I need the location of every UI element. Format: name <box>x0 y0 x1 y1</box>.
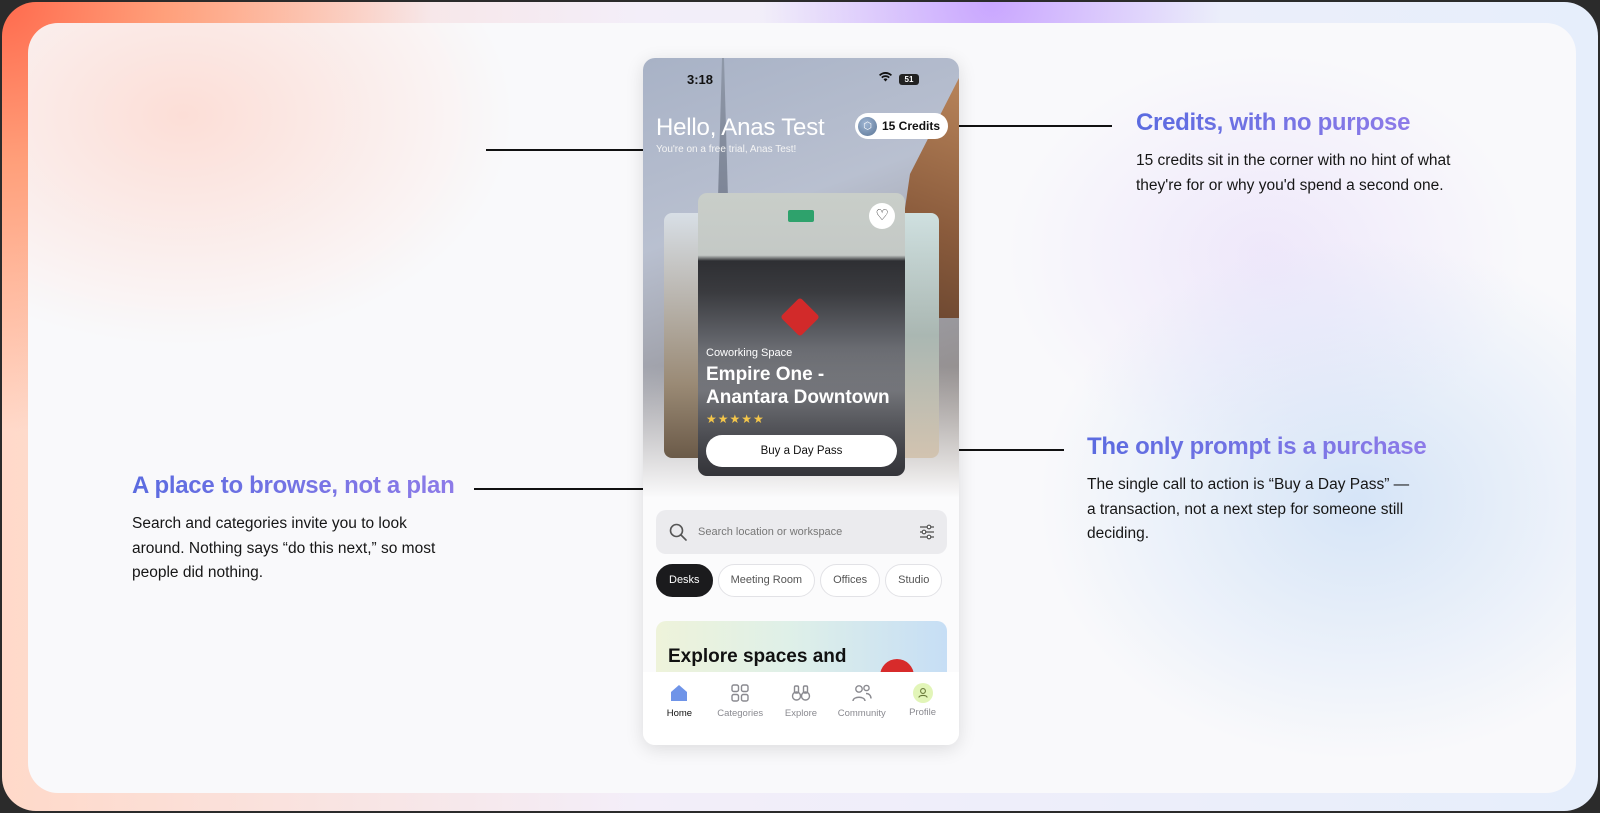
buy-day-pass-button[interactable]: Buy a Day Pass <box>706 435 897 467</box>
tab-community-label: Community <box>837 708 886 719</box>
wifi-icon <box>878 72 895 85</box>
search-icon <box>669 523 687 541</box>
promo-title: Explore spaces and <box>668 646 847 667</box>
category-chips: Desks Meeting Room Offices Studio <box>656 564 943 597</box>
space-name: Empire One - Anantara Downtown <box>706 364 890 408</box>
space-logo-graphic <box>780 297 820 337</box>
credits-annotation-title: Credits, with no purpose <box>1136 109 1411 136</box>
chip-desks[interactable]: Desks <box>656 564 713 597</box>
greeting-title: Hello, Anas Test <box>656 114 825 141</box>
rating-stars: ★★★★★ <box>706 412 765 426</box>
status-icons: 51 <box>878 72 919 85</box>
bottom-tab-bar: Home Categories Explore Community Profil… <box>643 672 959 745</box>
browse-annotation-title: A place to browse, not a plan <box>132 472 455 499</box>
tab-profile[interactable]: Profile <box>894 672 952 745</box>
tab-explore[interactable]: Explore <box>772 672 830 745</box>
browse-connector-line <box>474 488 643 490</box>
search-bar[interactable]: Search location or workspace <box>656 510 947 554</box>
tab-home[interactable]: Home <box>650 672 708 745</box>
browse-annotation-body: Search and categories invite you to look… <box>132 515 436 581</box>
credit-coin-icon: ⬡ <box>858 116 877 136</box>
chip-meeting-room[interactable]: Meeting Room <box>717 564 816 597</box>
phone-screen: 3:18 51 Hello, Anas Test You're on a fre… <box>643 58 959 745</box>
credits-label: 15 Credits <box>882 119 941 133</box>
search-input[interactable]: Search location or workspace <box>698 526 919 538</box>
binoculars-icon <box>791 685 811 701</box>
featured-space-card[interactable]: ♡ Coworking Space Empire One - Anantara … <box>698 193 905 476</box>
credits-badge[interactable]: ⬡ 15 Credits <box>855 113 949 139</box>
chip-offices[interactable]: Offices <box>820 564 881 597</box>
filter-sliders-icon[interactable] <box>919 524 935 540</box>
tab-categories[interactable]: Categories <box>711 672 769 745</box>
grid-icon <box>731 684 749 702</box>
exit-sign-graphic <box>788 210 814 222</box>
status-time: 3:18 <box>687 72 714 87</box>
purchase-annotation-body: The single call to action is “Buy a Day … <box>1087 476 1410 542</box>
tab-home-label: Home <box>666 708 693 719</box>
slide-canvas: Credits, with no purpose 15 credits sit … <box>28 23 1576 793</box>
tab-explore-label: Explore <box>784 708 818 719</box>
credits-annotation-body: 15 credits sit in the corner with no hin… <box>1136 152 1451 194</box>
people-icon <box>852 684 872 702</box>
tab-profile-label: Profile <box>909 707 937 718</box>
tab-community[interactable]: Community <box>833 672 891 745</box>
trial-subtitle: You're on a free trial, Anas Test! <box>656 144 797 155</box>
avatar-icon <box>912 683 933 703</box>
purchase-annotation-title: The only prompt is a purchase <box>1087 433 1427 460</box>
chip-studio[interactable]: Studio <box>885 564 943 597</box>
favorite-heart-icon[interactable]: ♡ <box>869 203 895 229</box>
space-category: Coworking Space <box>706 347 793 359</box>
greeting-connector-line <box>486 149 656 151</box>
credits-connector-line <box>942 125 1112 127</box>
presentation-frame: Credits, with no purpose 15 credits sit … <box>2 2 1598 811</box>
tab-categories-label: Categories <box>717 708 764 719</box>
home-icon <box>671 685 688 701</box>
battery-icon: 51 <box>899 73 919 85</box>
